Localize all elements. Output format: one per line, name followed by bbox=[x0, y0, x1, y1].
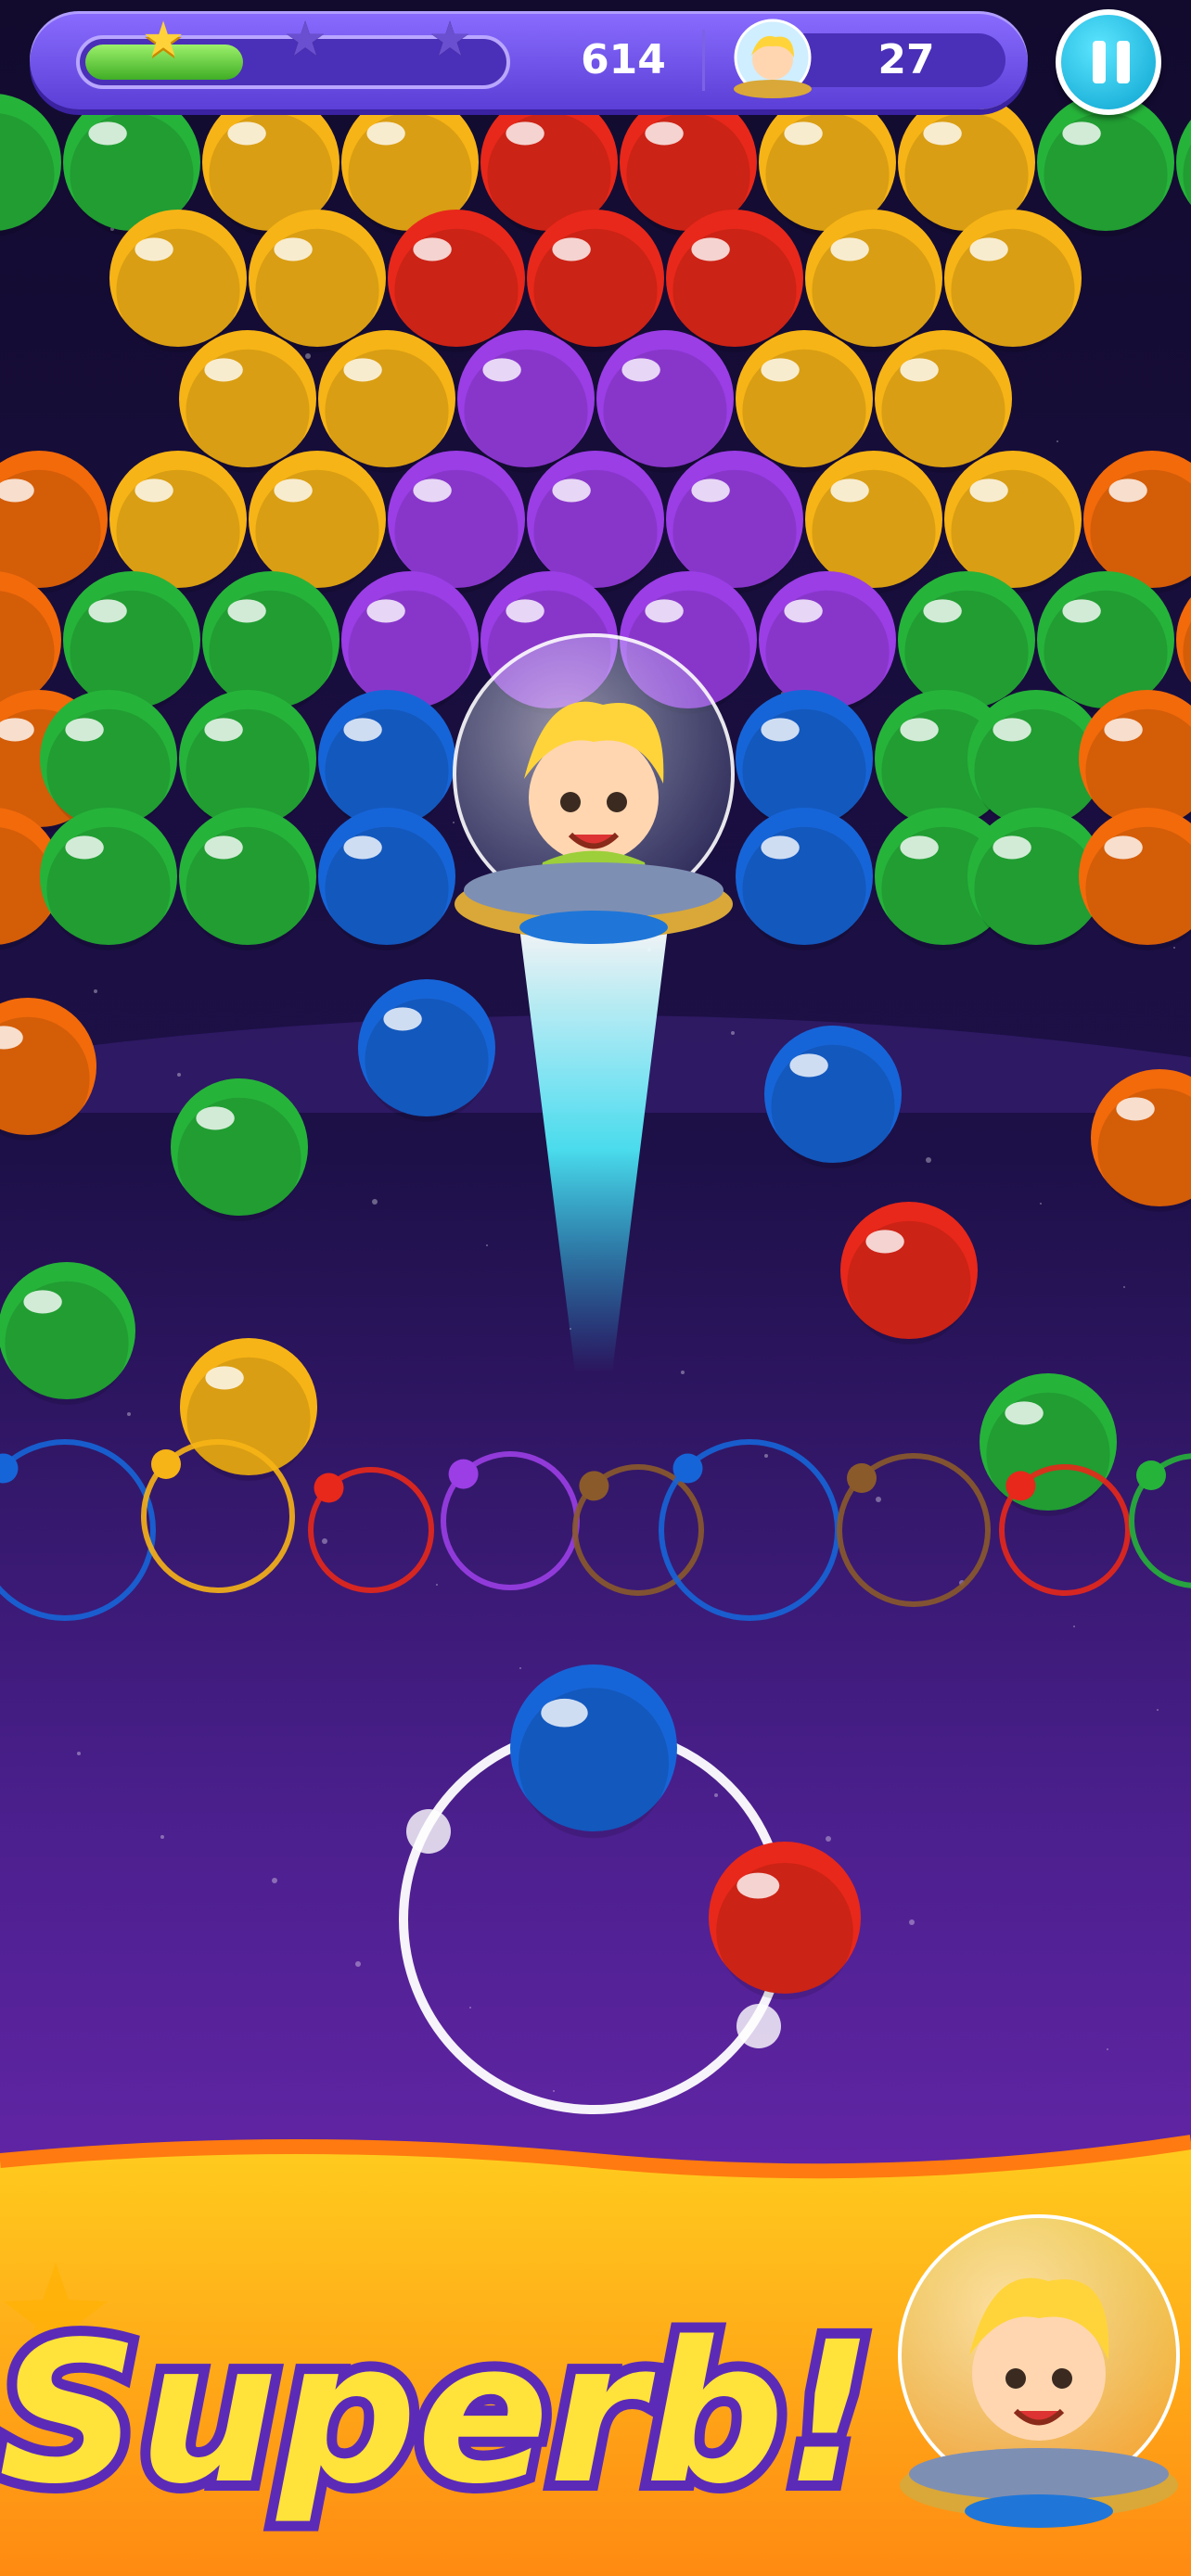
star-3-icon: ★ bbox=[428, 12, 472, 68]
ring-particle bbox=[1005, 1471, 1036, 1501]
ring-particle bbox=[847, 1463, 877, 1493]
ring-particle bbox=[151, 1449, 181, 1479]
mascot-avatar bbox=[898, 2214, 1180, 2528]
ring-particle bbox=[579, 1471, 609, 1501]
ring-particle bbox=[672, 1453, 703, 1484]
ring-particle bbox=[1136, 1460, 1166, 1490]
pause-icon bbox=[1093, 41, 1106, 83]
banner-message: Superb! bbox=[0, 2300, 874, 2527]
ufo-character bbox=[453, 633, 735, 944]
moves-remaining: 27 bbox=[877, 36, 935, 83]
game-scene[interactable]: Superb! bbox=[0, 0, 1191, 2576]
pause-icon bbox=[1117, 41, 1130, 83]
score-value: 614 bbox=[581, 36, 666, 83]
pause-button[interactable] bbox=[1056, 9, 1161, 115]
star-1-icon: ★ bbox=[141, 12, 186, 68]
ring-particle bbox=[448, 1459, 479, 1489]
hud-divider bbox=[702, 30, 705, 91]
player-avatar-icon bbox=[734, 19, 812, 98]
ring-particle bbox=[314, 1473, 344, 1503]
star-2-icon: ★ bbox=[283, 12, 327, 68]
top-hud: ★ ★ ★ 614 27 bbox=[30, 11, 1028, 109]
